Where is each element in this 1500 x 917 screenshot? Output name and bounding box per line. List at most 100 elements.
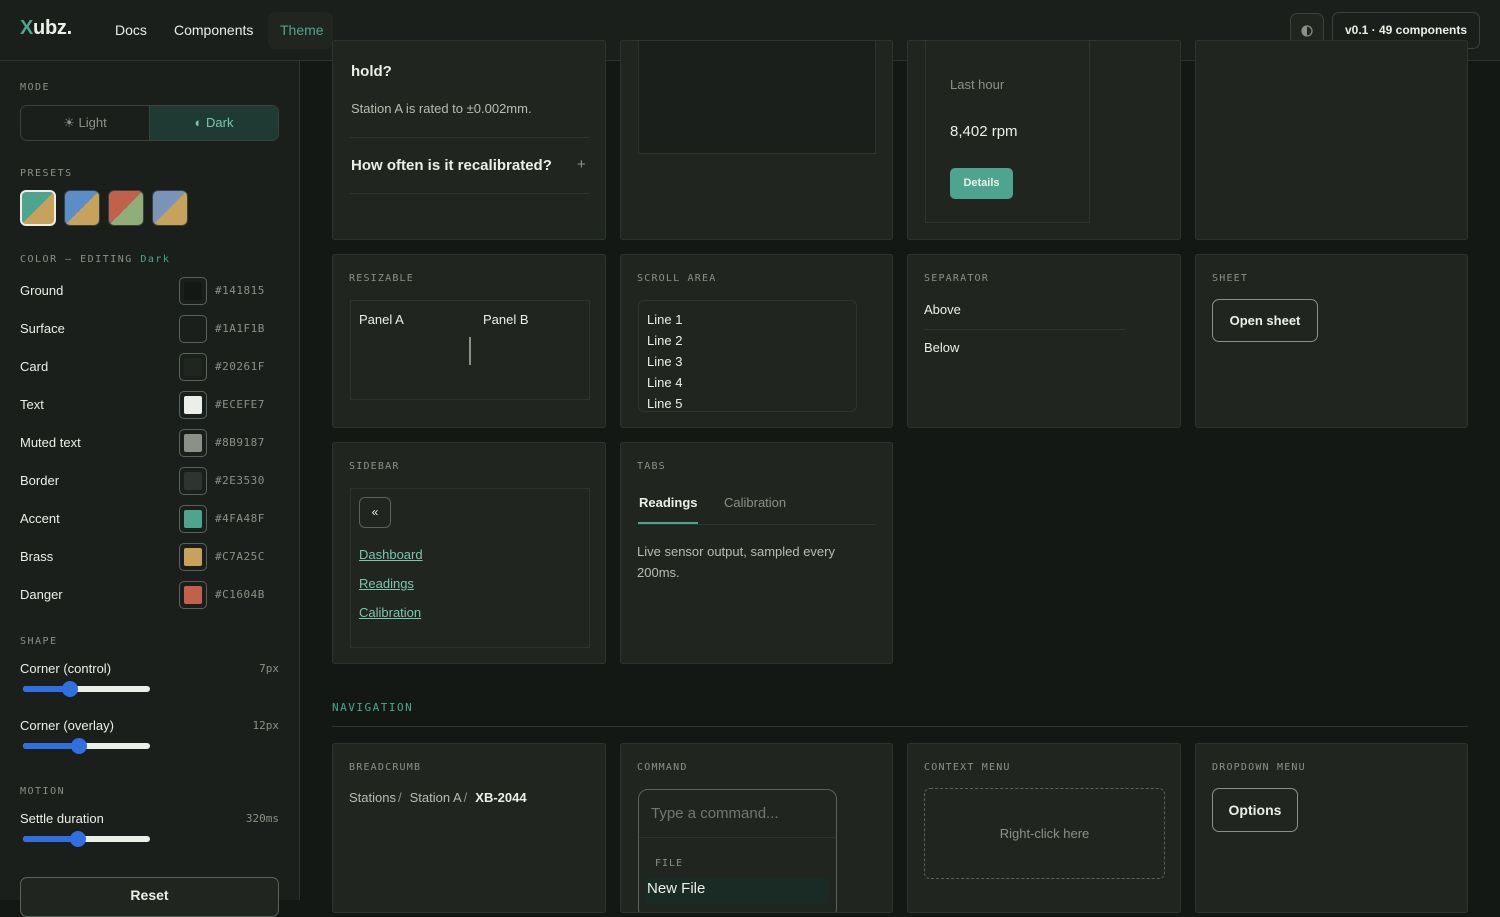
sidebar-link-calibration[interactable]: Calibration xyxy=(359,605,421,620)
color-hex-value[interactable]: #1A1F1B xyxy=(215,322,265,335)
resize-handle[interactable] xyxy=(469,337,471,365)
context-menu-trigger[interactable]: Right-click here xyxy=(924,788,1165,879)
color-swatch[interactable] xyxy=(179,391,207,419)
slider-thumb[interactable] xyxy=(70,738,87,754)
color-swatch[interactable] xyxy=(179,277,207,305)
color-label: Accent xyxy=(20,511,60,526)
corner-control-slider[interactable] xyxy=(23,681,150,697)
mode-light-option[interactable]: ☀ Light xyxy=(21,106,149,140)
collapse-icon[interactable]: « xyxy=(359,497,391,528)
nav-components[interactable]: Components xyxy=(162,12,265,49)
context-menu-title: CONTEXT MENU xyxy=(924,762,1011,773)
logo-mark: X xyxy=(20,17,34,39)
tab-calibration[interactable]: Calibration xyxy=(724,495,786,510)
command-card: COMMAND FILE New File xyxy=(620,743,893,913)
settle-duration-slider[interactable] xyxy=(23,831,150,847)
mode-toggle[interactable]: ☀ Light ◐ Dark xyxy=(20,105,279,141)
command-input[interactable] xyxy=(639,790,836,838)
preset-swatch[interactable] xyxy=(20,190,56,226)
preset-swatch[interactable] xyxy=(64,190,100,226)
color-row-card: Card #20261F xyxy=(20,353,280,381)
reset-button[interactable]: Reset xyxy=(20,877,279,917)
mode-dark-option[interactable]: ◐ Dark xyxy=(149,106,278,140)
color-hex-value[interactable]: #2E3530 xyxy=(215,474,265,487)
color-section-label: COLOR — EDITING Dark xyxy=(20,254,171,265)
panel-a: Panel A xyxy=(359,312,404,327)
color-swatch[interactable] xyxy=(179,315,207,343)
corner-overlay-value: 12px xyxy=(252,719,280,732)
color-label: Card xyxy=(20,359,49,374)
color-label: Danger xyxy=(20,587,63,602)
tab-list-border xyxy=(638,524,876,525)
stat-card: Last hour 8,402 rpm Details xyxy=(925,41,1090,223)
divider xyxy=(350,137,589,138)
color-swatch[interactable] xyxy=(179,353,207,381)
panel-b: Panel B xyxy=(483,312,529,327)
color-swatch[interactable] xyxy=(179,429,207,457)
presets-section-label: PRESETS xyxy=(20,168,73,179)
color-row-accent: Accent #4FA48F xyxy=(20,505,280,533)
accordion-card: hold? Station A is rated to ±0.002mm. Ho… xyxy=(332,40,606,240)
accordion-question-1[interactable]: hold? xyxy=(351,63,392,80)
settle-duration-value: 320ms xyxy=(245,812,279,825)
breadcrumb-title: BREADCRUMB xyxy=(349,762,422,773)
accordion-question-2[interactable]: How often is it recalibrated? xyxy=(351,157,552,174)
scroll-area[interactable]: Line 1 Line 2 Line 3 Line 4 Line 5 xyxy=(638,300,857,412)
separator-card: SEPARATOR Above Below xyxy=(907,254,1181,428)
breadcrumb-item[interactable]: Station A xyxy=(410,790,462,805)
options-button[interactable]: Options xyxy=(1212,788,1298,832)
scroll-line: Line 3 xyxy=(647,354,683,369)
mode-section-label: MODE xyxy=(20,82,51,93)
color-hex-value[interactable]: #C1604B xyxy=(215,588,265,601)
color-hex-value[interactable]: #4FA48F xyxy=(215,512,265,525)
half-circle-icon xyxy=(1301,24,1313,37)
color-hex-value[interactable]: #20261F xyxy=(215,360,265,373)
sidebar-demo-title: SIDEBAR xyxy=(349,461,400,472)
color-label: Brass xyxy=(20,549,54,564)
corner-control-label: Corner (control) xyxy=(20,661,112,676)
color-label: Border xyxy=(20,473,60,488)
scroll-line: Line 4 xyxy=(647,375,683,390)
demo-frame xyxy=(638,41,876,154)
color-swatch[interactable] xyxy=(179,543,207,571)
corner-overlay-label: Corner (overlay) xyxy=(20,718,114,733)
corner-overlay-slider[interactable] xyxy=(23,738,150,754)
breadcrumb-separator: / xyxy=(463,790,468,805)
command-palette: FILE New File xyxy=(638,789,837,912)
preset-swatch[interactable] xyxy=(108,190,144,226)
command-item-new-file[interactable]: New File xyxy=(645,878,829,904)
color-hex-value[interactable]: #141815 xyxy=(215,284,265,297)
corner-control-setting: Corner (control) 7px xyxy=(20,661,279,697)
color-swatch[interactable] xyxy=(179,581,207,609)
breadcrumb-item[interactable]: Stations xyxy=(349,790,396,805)
scroll-area-title: SCROLL AREA xyxy=(637,273,717,284)
preset-swatch[interactable] xyxy=(152,190,188,226)
breadcrumb-card: BREADCRUMB Stations / Station A / XB-2044 xyxy=(332,743,606,913)
plus-icon[interactable]: + xyxy=(577,156,586,173)
corner-overlay-setting: Corner (overlay) 12px xyxy=(20,718,280,754)
details-button[interactable]: Details xyxy=(950,168,1013,199)
color-hex-value[interactable]: #ECEFE7 xyxy=(215,398,265,411)
scroll-line: Line 2 xyxy=(647,333,683,348)
sidebar-link-dashboard[interactable]: Dashboard xyxy=(359,547,423,562)
shape-section-label: SHAPE xyxy=(20,636,58,647)
tab-readings[interactable]: Readings xyxy=(639,495,698,510)
logo-text: ubz. xyxy=(33,17,72,39)
slider-thumb[interactable] xyxy=(69,831,86,847)
slider-thumb[interactable] xyxy=(61,681,78,697)
nav-theme[interactable]: Theme xyxy=(268,12,333,49)
open-sheet-button[interactable]: Open sheet xyxy=(1212,299,1318,342)
logo[interactable]: Xubz. xyxy=(20,17,72,40)
divider xyxy=(350,193,589,194)
sidebar-link-readings[interactable]: Readings xyxy=(359,576,414,591)
color-hex-value[interactable]: #8B9187 xyxy=(215,436,265,449)
command-group-label: FILE xyxy=(655,858,684,869)
nav-docs[interactable]: Docs xyxy=(103,12,159,49)
color-swatch[interactable] xyxy=(179,505,207,533)
color-hex-value[interactable]: #C7A25C xyxy=(215,550,265,563)
theme-sidebar: MODE ☀ Light ◐ Dark PRESETS COLOR — EDIT… xyxy=(0,61,300,917)
color-swatch[interactable] xyxy=(179,467,207,495)
settle-duration-setting: Settle duration 320ms xyxy=(20,811,279,847)
resizable-title: RESIZABLE xyxy=(349,273,414,284)
stat-card-demo: Last hour 8,402 rpm Details xyxy=(907,40,1181,240)
